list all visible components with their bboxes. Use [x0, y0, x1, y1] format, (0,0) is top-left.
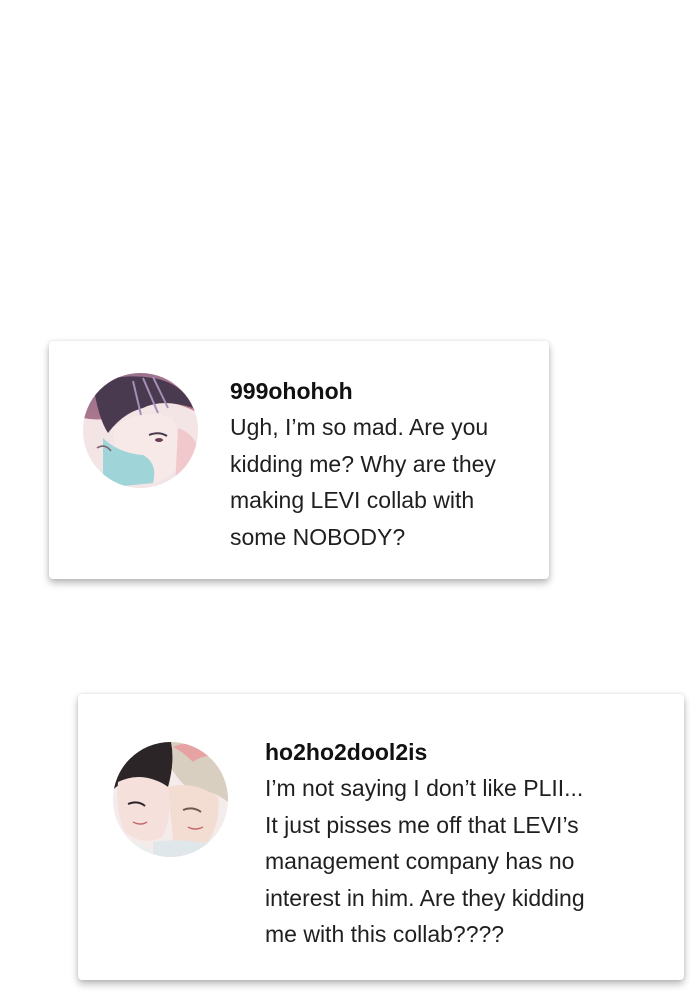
comment-body: ho2ho2dool2is I’m not saying I don’t lik… — [265, 734, 665, 953]
comment-line: I’m not saying I don’t like PLII... — [265, 775, 584, 801]
manga-duo-profile-avatar-icon — [113, 742, 228, 857]
comment-line: making LEVI collab with — [230, 487, 475, 513]
username[interactable]: ho2ho2dool2is — [265, 734, 665, 770]
comment-line: some NOBODY? — [230, 523, 406, 550]
comment-card-2: ho2ho2dool2is I’m not saying I don’t lik… — [78, 694, 684, 980]
comment-text: I’m not saying I don’t like PLII... It j… — [265, 770, 665, 953]
comment-line: Ugh, I’m so mad. Are you — [230, 414, 489, 440]
comment-body: 999ohohoh Ugh, I’m so mad. Are you kiddi… — [230, 373, 530, 555]
comment-line: kidding me? Why are they — [230, 450, 496, 477]
username[interactable]: 999ohohoh — [230, 373, 530, 409]
comment-line: me with this collab???? — [265, 921, 505, 947]
comment-line: management company has no — [265, 848, 575, 874]
comment-card-1: 999ohohoh Ugh, I’m so mad. Are you kiddi… — [49, 341, 549, 579]
avatar-icon[interactable] — [83, 373, 198, 488]
avatar-icon[interactable] — [113, 742, 228, 857]
comment-text: Ugh, I’m so mad. Are you kidding me? Why… — [230, 409, 530, 555]
comment-line: interest in him. Are they kidding — [265, 884, 585, 911]
manga-profile-avatar-icon — [83, 373, 198, 488]
comment-line: It just pisses me off that LEVI’s — [265, 811, 579, 838]
